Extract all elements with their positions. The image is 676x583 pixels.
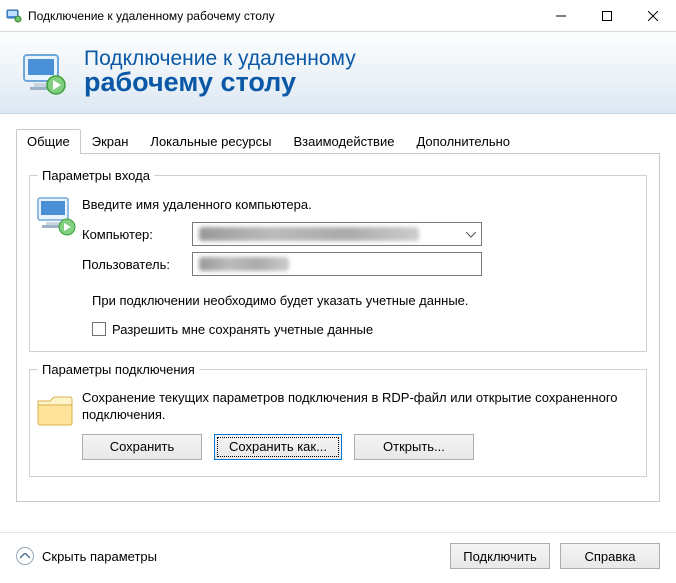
- save-button[interactable]: Сохранить: [82, 434, 202, 460]
- open-button[interactable]: Открыть...: [354, 434, 474, 460]
- header-line2: рабочему столу: [84, 68, 356, 96]
- computer-icon: [33, 193, 79, 239]
- hide-options-label: Скрыть параметры: [42, 549, 157, 564]
- tab-general[interactable]: Общие: [16, 129, 81, 154]
- help-button[interactable]: Справка: [560, 543, 660, 569]
- connection-desc: Сохранение текущих параметров подключени…: [82, 389, 632, 424]
- legend-connection: Параметры подключения: [38, 362, 199, 377]
- tab-advanced[interactable]: Дополнительно: [405, 129, 521, 154]
- maximize-button[interactable]: [584, 0, 630, 32]
- save-credentials-checkbox[interactable]: [92, 322, 106, 336]
- folder-icon: [33, 387, 79, 433]
- fieldset-connection: Параметры подключения Сохранение текущих…: [29, 362, 647, 477]
- tab-local-resources[interactable]: Локальные ресурсы: [139, 129, 282, 154]
- rdp-large-icon: [20, 49, 68, 97]
- rdp-small-icon: [6, 8, 22, 24]
- tab-display[interactable]: Экран: [81, 129, 140, 154]
- tab-panel: Параметры входа Введите имя удаленного к…: [16, 153, 660, 502]
- fieldset-login: Параметры входа Введите имя удаленного к…: [29, 168, 647, 352]
- connect-button[interactable]: Подключить: [450, 543, 550, 569]
- computer-label: Компьютер:: [82, 227, 192, 242]
- titlebar: Подключение к удаленному рабочему столу: [0, 0, 676, 32]
- minimize-button[interactable]: [538, 0, 584, 32]
- footer: Скрыть параметры Подключить Справка: [0, 532, 676, 583]
- credentials-note: При подключении необходимо будет указать…: [92, 292, 572, 310]
- hide-options-link[interactable]: Скрыть параметры: [16, 547, 157, 565]
- login-intro: Введите имя удаленного компьютера.: [82, 197, 632, 212]
- legend-login: Параметры входа: [38, 168, 154, 183]
- user-label: Пользователь:: [82, 257, 192, 272]
- window-title: Подключение к удаленному рабочему столу: [28, 9, 538, 23]
- save-as-button[interactable]: Сохранить как...: [214, 434, 342, 460]
- chevron-up-icon: [16, 547, 34, 565]
- save-credentials-label: Разрешить мне сохранять учетные данные: [112, 322, 373, 337]
- user-input[interactable]: [192, 252, 482, 276]
- tabs: Общие Экран Локальные ресурсы Взаимодейс…: [16, 128, 660, 153]
- tab-experience[interactable]: Взаимодействие: [283, 129, 406, 154]
- close-button[interactable]: [630, 0, 676, 32]
- computer-combobox[interactable]: [192, 222, 482, 246]
- dialog-header: Подключение к удаленному рабочему столу: [0, 32, 676, 114]
